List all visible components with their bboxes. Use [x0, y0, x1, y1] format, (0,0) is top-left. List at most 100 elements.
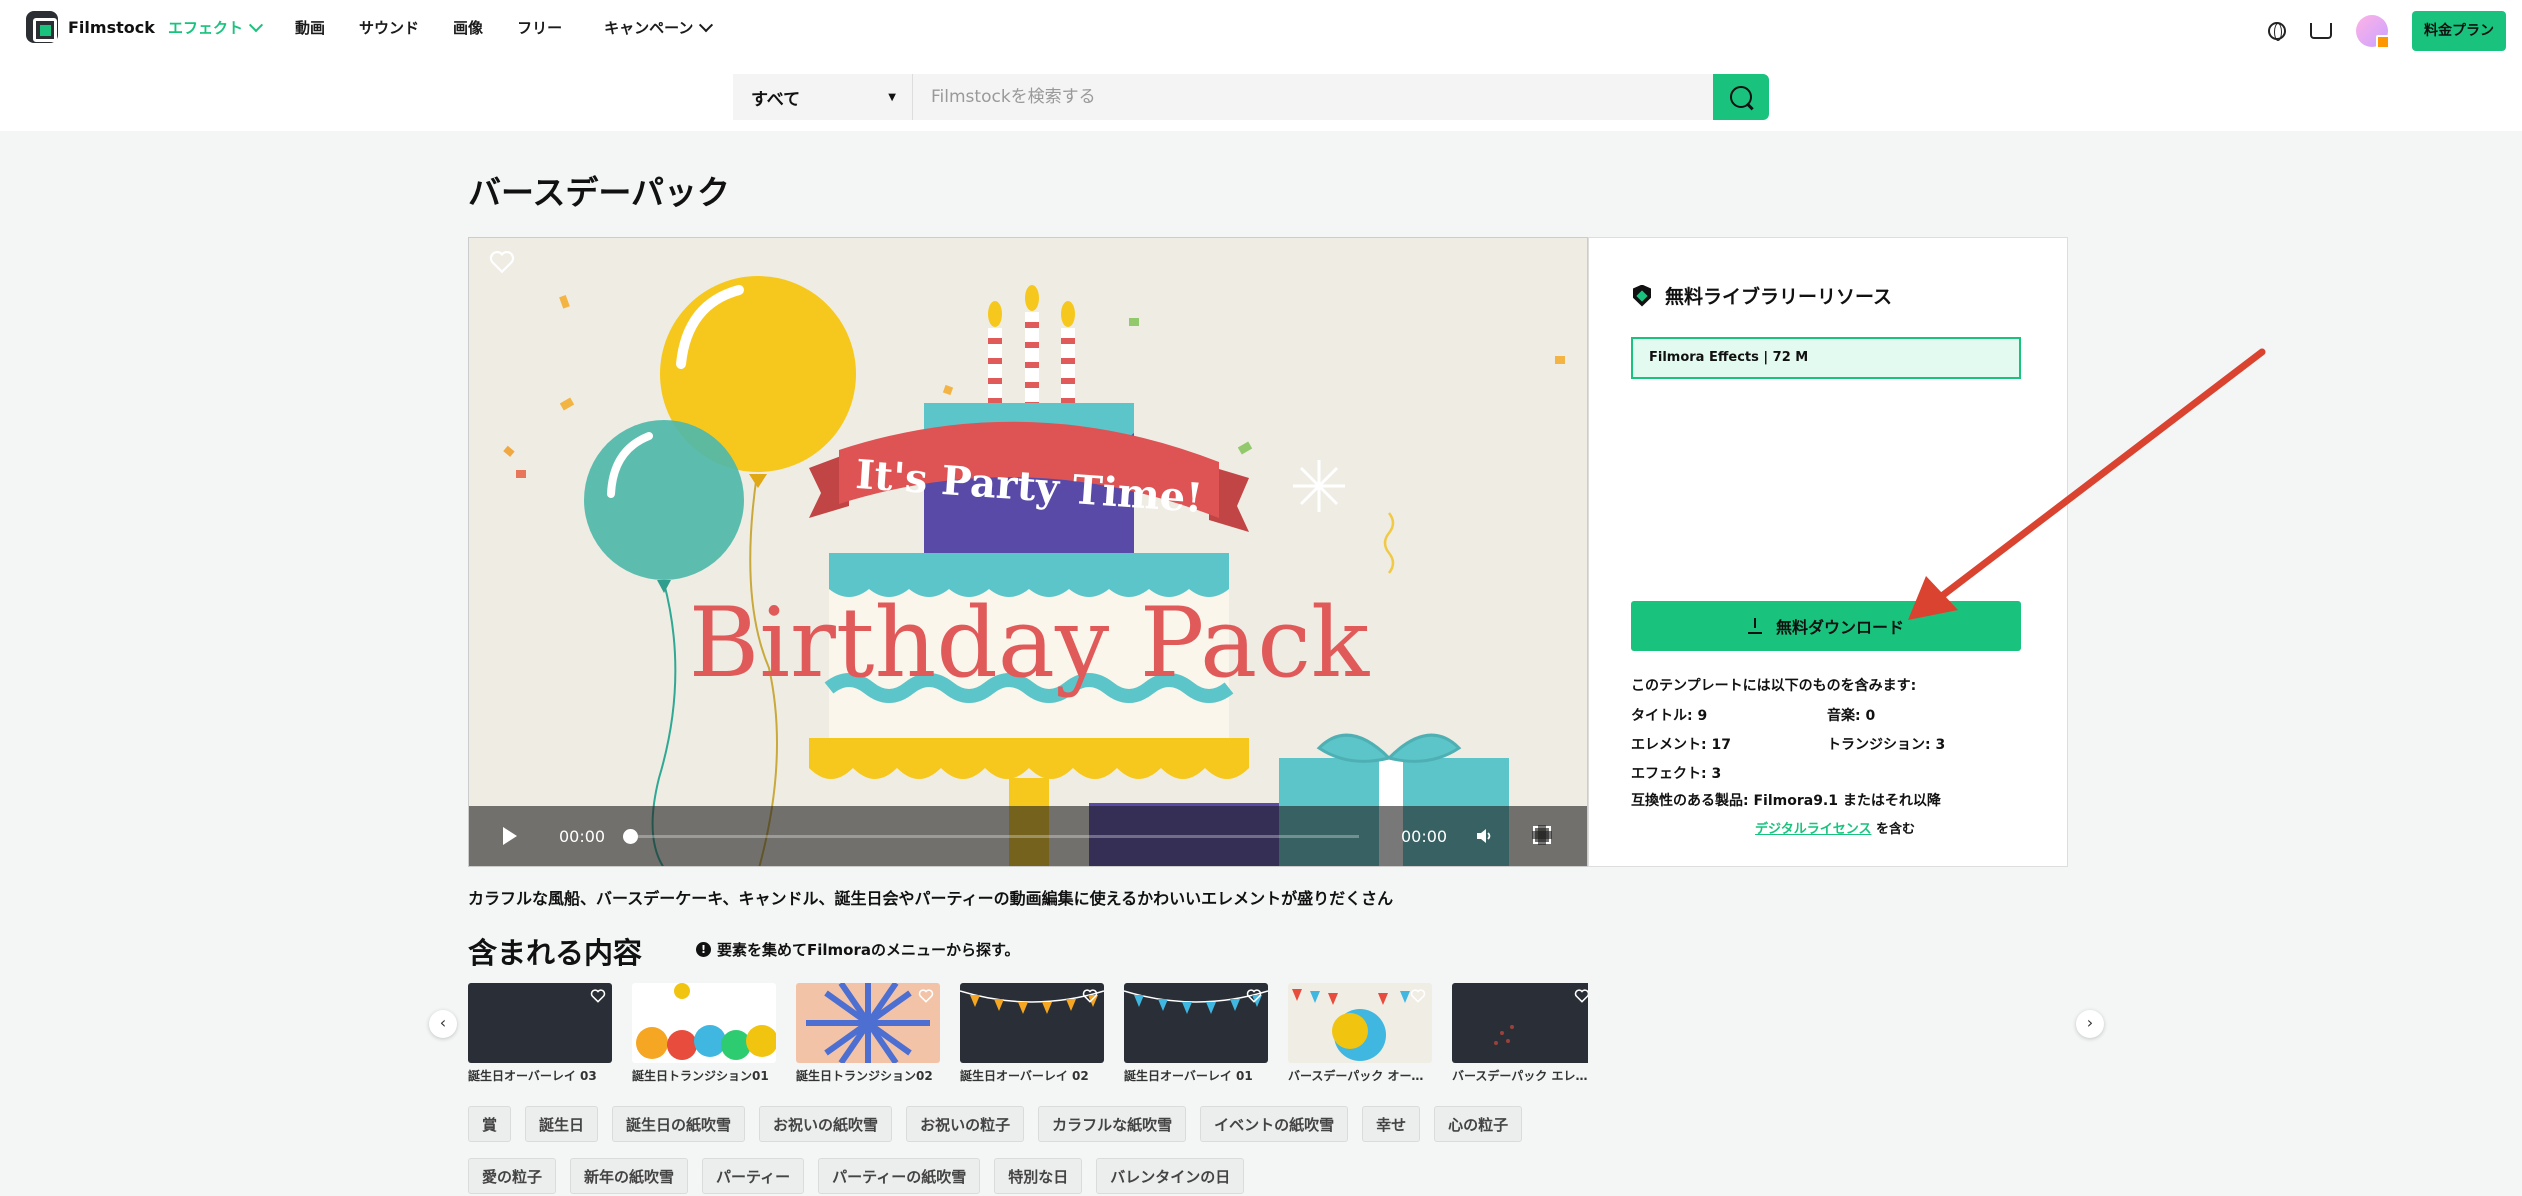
content-item-label: 誕生日トランジション02 [796, 1069, 933, 1083]
progress-knob[interactable] [623, 829, 638, 844]
content-item-label: 誕生日トランジション01 [632, 1069, 769, 1083]
content-item-label: バースデーパック オーバーレイ [1288, 1069, 1432, 1083]
content-thumbnail[interactable] [1288, 983, 1432, 1063]
cart-icon[interactable] [2310, 23, 2332, 39]
favorite-heart-icon[interactable] [1246, 989, 1262, 1003]
stat-music: 音楽: 0 [1827, 708, 1876, 724]
contains-heading: このテンプレートには以下のものを含みます: [1631, 678, 1917, 694]
favorite-heart-icon[interactable] [1082, 989, 1098, 1003]
nav-video-label: 動画 [295, 19, 326, 37]
stat-elements: エレメント: 17 [1631, 737, 1731, 753]
carousel-prev-button[interactable]: ‹ [429, 1010, 457, 1038]
favorite-heart-icon[interactable] [918, 989, 934, 1003]
preview-illustration: It's Party Time! Birthday Pack [503, 276, 1565, 866]
favorite-heart-icon[interactable] [1410, 989, 1426, 1003]
top-header: Filmstock エフェクト 動画 サウンド 画像 フリー キャンペーン 料金… [0, 0, 2522, 131]
contents-hint: ! 要素を集めてFilmoraのメニューから探す。 [696, 939, 1020, 960]
progress-slider[interactable] [623, 829, 1359, 844]
nav-effects-label: エフェクト [168, 19, 244, 37]
download-label: 無料ダウンロード [1775, 618, 1904, 637]
download-icon [1747, 618, 1762, 634]
globe-icon[interactable] [2268, 22, 2286, 41]
content-thumbnail[interactable] [468, 983, 612, 1063]
tag[interactable]: 特別な日 [994, 1158, 1083, 1194]
annotation-arrow [1908, 348, 2266, 620]
nav-video[interactable]: 動画 [295, 17, 325, 38]
tag[interactable]: 賞 [468, 1106, 512, 1142]
content-item[interactable]: 誕生日トランジション01 [632, 983, 776, 1083]
tag[interactable]: 新年の紙吹雪 [570, 1158, 689, 1194]
volume-icon[interactable] [1475, 827, 1493, 845]
tag[interactable]: パーティーの紙吹雪 [818, 1158, 981, 1194]
tag[interactable]: お祝いの紙吹雪 [759, 1106, 893, 1142]
content-item[interactable]: 誕生日オーバーレイ 03 [468, 983, 612, 1083]
header-actions: 料金プラン [2268, 11, 2506, 51]
contents-hint-text: 要素を集めてFilmoraのメニューから探す。 [717, 941, 1020, 959]
content-item[interactable]: 誕生日オーバーレイ 02 [960, 983, 1104, 1083]
carousel-next-button[interactable]: › [2076, 1010, 2104, 1038]
pricing-button[interactable]: 料金プラン [2412, 11, 2506, 51]
search-icon[interactable] [1713, 74, 1769, 120]
content-item[interactable]: 誕生日オーバーレイ 01 [1124, 983, 1268, 1083]
content-item[interactable]: バースデーパック エレメント [1452, 983, 1588, 1083]
filmstock-logo-icon [26, 11, 58, 43]
content-thumbnail[interactable] [1124, 983, 1268, 1063]
info-icon: ! [696, 942, 711, 957]
contents-carousel: 誕生日オーバーレイ 03 誕生日トランジション01 誕生日トランジション02 誕生日オ… [468, 983, 1588, 1083]
player-controls: 00:00 00:00 [469, 806, 1587, 866]
favorite-heart-icon[interactable] [754, 989, 770, 1003]
content-item[interactable]: バースデーパック オーバーレイ [1288, 983, 1432, 1083]
nav-free[interactable]: フリー [517, 17, 562, 38]
tag[interactable]: パーティー [702, 1158, 805, 1194]
content-thumbnail[interactable] [796, 983, 940, 1063]
tag[interactable]: 幸せ [1362, 1106, 1421, 1142]
tag[interactable]: 誕生日の紙吹雪 [612, 1106, 746, 1142]
stat-titles: タイトル: 9 [1631, 708, 1708, 724]
current-time: 00:00 [559, 826, 606, 846]
digital-license-link[interactable]: デジタルライセンス [1755, 822, 1871, 837]
play-icon[interactable] [503, 827, 517, 845]
nav-sound-label: サウンド [359, 19, 420, 37]
logo[interactable]: Filmstock [26, 11, 155, 43]
tag[interactable]: バレンタインの日 [1096, 1158, 1245, 1194]
tag[interactable]: 愛の粒子 [468, 1158, 557, 1194]
search-input[interactable] [913, 74, 1713, 120]
nav-image[interactable]: 画像 [453, 17, 483, 38]
panel-heading: 無料ライブラリーリソース [1633, 282, 1892, 309]
stat-effects: エフェクト: 3 [1631, 766, 1722, 782]
pack-description: カラフルな風船、バースデーケーキ、キャンドル、誕生日会やパーティーの動画編集に使… [468, 889, 1394, 908]
license-line: デジタルライセンス を含む [1755, 818, 1915, 837]
tag[interactable]: 誕生日 [525, 1106, 599, 1142]
content-item-label: 誕生日オーバーレイ 02 [960, 1069, 1089, 1083]
main-nav: エフェクト 動画 サウンド 画像 フリー キャンペーン [168, 17, 745, 38]
content-thumbnail[interactable] [1452, 983, 1588, 1063]
tag[interactable]: 心の粒子 [1434, 1106, 1523, 1142]
tag[interactable]: カラフルな紙吹雪 [1038, 1106, 1187, 1142]
nav-free-label: フリー [517, 19, 563, 37]
logo-text: Filmstock [68, 17, 155, 37]
stat-transitions: トランジション: 3 [1827, 737, 1946, 753]
compatibility: 互換性のある製品: Filmora9.1 またはそれ以降 [1631, 793, 1941, 809]
content-item-label: バースデーパック エレメント [1452, 1069, 1588, 1083]
tag[interactable]: お祝いの粒子 [906, 1106, 1025, 1142]
favorite-heart-icon[interactable] [489, 250, 515, 274]
avatar[interactable] [2356, 15, 2390, 49]
content-item[interactable]: 誕生日トランジション02 [796, 983, 940, 1083]
nav-sound[interactable]: サウンド [359, 17, 419, 38]
favorite-heart-icon[interactable] [1574, 989, 1588, 1003]
tag-list: 賞誕生日 誕生日の紙吹雪 お祝いの紙吹雪 お祝いの粒子 カラフルな紙吹雪 イベントの紙吹雪… [468, 1106, 1608, 1194]
nav-campaign[interactable]: キャンペーン [604, 17, 714, 38]
search-category-select[interactable]: すべて [733, 74, 913, 120]
content-item-label: 誕生日オーバーレイ 03 [468, 1069, 597, 1083]
nav-campaign-label: キャンペーン [604, 19, 694, 37]
content-thumbnail[interactable] [632, 983, 776, 1063]
chevron-down-icon [699, 17, 714, 32]
content-thumbnail[interactable] [960, 983, 1104, 1063]
nav-effects[interactable]: エフェクト [168, 17, 264, 38]
fullscreen-icon[interactable] [1532, 825, 1552, 845]
favorite-heart-icon[interactable] [590, 989, 606, 1003]
tag[interactable]: イベントの紙吹雪 [1200, 1106, 1349, 1142]
player-main-text: Birthday Pack [689, 587, 1370, 699]
duration: 00:00 [1401, 826, 1448, 846]
video-player[interactable]: It's Party Time! Birthday Pack 00:00 00:… [468, 237, 1588, 867]
